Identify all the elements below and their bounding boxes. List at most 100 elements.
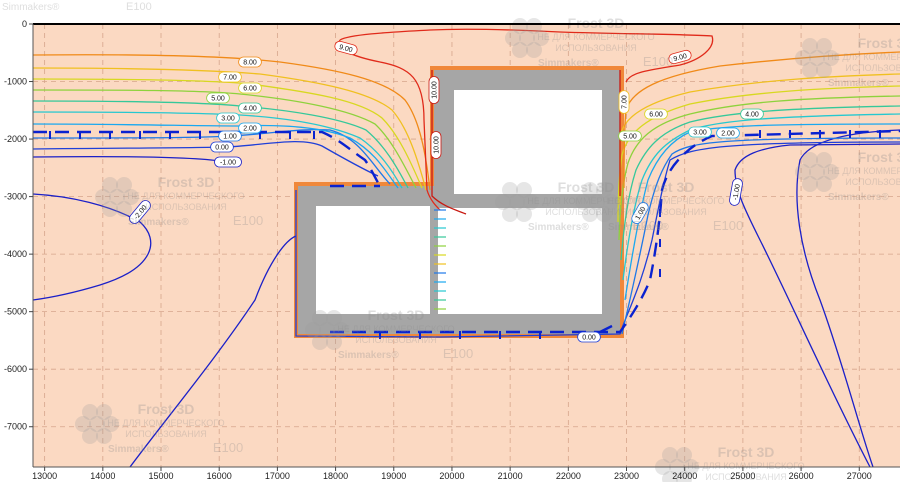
contour-label: 2.00 — [716, 127, 740, 139]
x-tick-label: 16000 — [207, 471, 232, 481]
x-tick-label: 22000 — [556, 471, 581, 481]
contour-label-text: 3.00 — [693, 130, 707, 137]
contour-label-text: 10.00 — [432, 81, 439, 99]
watermark-line3: ИСПОЛЬЗОВАНИЯ — [145, 202, 227, 212]
watermark-hex-icon — [516, 206, 532, 222]
x-tick-label: 15000 — [148, 471, 173, 481]
x-tick-label: 17000 — [265, 471, 290, 481]
contour-label-text: 0.00 — [215, 145, 229, 152]
watermark-title: Frost 3D — [638, 179, 695, 195]
y-tick-label: -6000 — [4, 364, 27, 374]
watermark-code: E100 — [713, 218, 743, 233]
y-tick-label: -5000 — [4, 307, 27, 317]
watermark-hex-icon — [526, 42, 542, 58]
x-tick-label: 27000 — [847, 471, 872, 481]
contour-label-text: 6.00 — [243, 86, 257, 93]
watermark-line2: НЕ ДЛЯ КОММЕРЧЕСКОГО — [687, 461, 804, 471]
contour-label-text: 5.00 — [623, 134, 637, 141]
contour-label: 3.00 — [688, 126, 712, 138]
contour-label: 6.00 — [644, 108, 668, 120]
contour-label: -1.00 — [214, 156, 242, 168]
watermark-hex-icon — [582, 206, 598, 222]
watermark-code: E100 — [213, 440, 243, 455]
x-tick-label: 25000 — [730, 471, 755, 481]
watermark-brand: Simmakers® — [108, 444, 169, 455]
watermark-brand: Simmakers® — [538, 58, 599, 69]
contour-label: 2.00 — [238, 122, 262, 134]
watermark-line3: ИСПОЛЬЗОВАНИЯ — [845, 177, 900, 187]
x-tick-label: 21000 — [498, 471, 523, 481]
watermark-brand: Simmakers® — [608, 222, 669, 233]
contour-label-text: 0.00 — [582, 335, 596, 342]
watermark-line2: НЕ ДЛЯ КОММЕРЧЕСКОГО — [607, 196, 724, 206]
contour-label-text: 2.00 — [243, 126, 257, 133]
y-tick-label: -3000 — [4, 192, 27, 202]
contour-label: 5.00 — [618, 130, 642, 142]
contour-label: 8.00 — [238, 56, 262, 68]
x-tick-label: 14000 — [90, 471, 115, 481]
contour-label-text: 7.00 — [622, 95, 629, 109]
contour-label: 6.00 — [238, 82, 262, 94]
watermark-hex-icon — [312, 334, 328, 350]
watermark-hex-icon — [816, 176, 832, 192]
watermark-title: Frost 3D — [158, 174, 215, 190]
header-brand: Simmakers® — [2, 2, 60, 13]
x-tick-label: 19000 — [381, 471, 406, 481]
x-tick-label: 23000 — [614, 471, 639, 481]
contour-label-text: 10.00 — [434, 136, 441, 154]
watermark-brand: Simmakers® — [338, 350, 399, 361]
watermark-hex-icon — [596, 206, 612, 222]
watermark-hex-icon — [116, 201, 132, 217]
contour-label: 4.00 — [740, 108, 764, 120]
contour-label: 0.00 — [210, 141, 234, 153]
x-tick-label: 13000 — [32, 471, 57, 481]
watermark-hex-icon — [816, 62, 832, 78]
watermark-line2: НЕ ДЛЯ КОММЕРЧЕСКОГО — [537, 32, 654, 42]
watermark-hex-icon — [512, 42, 528, 58]
x-tick-label: 26000 — [789, 471, 814, 481]
watermark-line2: НЕ ДЛЯ КОММЕРЧЕСКОГО — [827, 166, 900, 176]
watermark-hex-icon — [326, 334, 342, 350]
x-tick-label: 24000 — [672, 471, 697, 481]
watermark-code: E100 — [233, 213, 263, 228]
contour-label-text: 6.00 — [649, 112, 663, 119]
contour-label-text: 5.00 — [211, 96, 225, 103]
contour-label: 0.00 — [577, 331, 601, 343]
y-tick-label: -7000 — [4, 422, 27, 432]
watermark-title: Frost 3D — [718, 444, 775, 460]
y-tick-label: 0 — [22, 19, 27, 29]
watermark-line3: ИСПОЛЬЗОВАНИЯ — [625, 207, 707, 217]
watermark-code: E100 — [443, 346, 473, 361]
contour-label-text: 7.00 — [223, 75, 237, 82]
watermark-hex-icon — [802, 176, 818, 192]
contour-label: 3.00 — [216, 112, 240, 124]
watermark-title: Frost 3D — [858, 149, 900, 165]
y-tick-label: -2000 — [4, 134, 27, 144]
watermark-hex-icon — [502, 206, 518, 222]
header-code: E100 — [126, 1, 152, 13]
watermark-line2: НЕ ДЛЯ КОММЕРЧЕСКОГО — [827, 52, 900, 62]
contour-label: 10.00 — [430, 131, 442, 159]
y-tick-label: -4000 — [4, 249, 27, 259]
contour-label: 4.00 — [238, 102, 262, 114]
contour-label-text: 2.00 — [721, 131, 735, 138]
watermark-hex-icon — [96, 428, 112, 444]
watermark-code: E100 — [643, 54, 673, 69]
x-tick-label: 18000 — [323, 471, 348, 481]
contour-label: 7.00 — [218, 71, 242, 83]
watermark-hex-icon — [802, 62, 818, 78]
contour-label: 5.00 — [206, 92, 230, 104]
watermark-line3: ИСПОЛЬЗОВАНИЯ — [125, 429, 207, 439]
y-tick-label: -1000 — [4, 77, 27, 87]
watermark-line3: ИСПОЛЬЗОВАНИЯ — [555, 43, 637, 53]
room-lower-left — [316, 206, 430, 314]
watermark-brand: Simmakers® — [128, 217, 189, 228]
watermark-line2: НЕ ДЛЯ КОММЕРЧЕСКОГО — [107, 418, 224, 428]
contour-label-text: 1.00 — [223, 134, 237, 141]
watermark-brand: Simmakers® — [528, 222, 589, 233]
watermark-hex-icon — [102, 201, 118, 217]
contour-label: 7.00 — [618, 90, 630, 114]
contour-label-text: 8.00 — [243, 60, 257, 67]
watermark-line2: НЕ ДЛЯ КОММЕРЧЕСКОГО — [337, 324, 454, 334]
watermark-title: Frost 3D — [138, 401, 195, 417]
